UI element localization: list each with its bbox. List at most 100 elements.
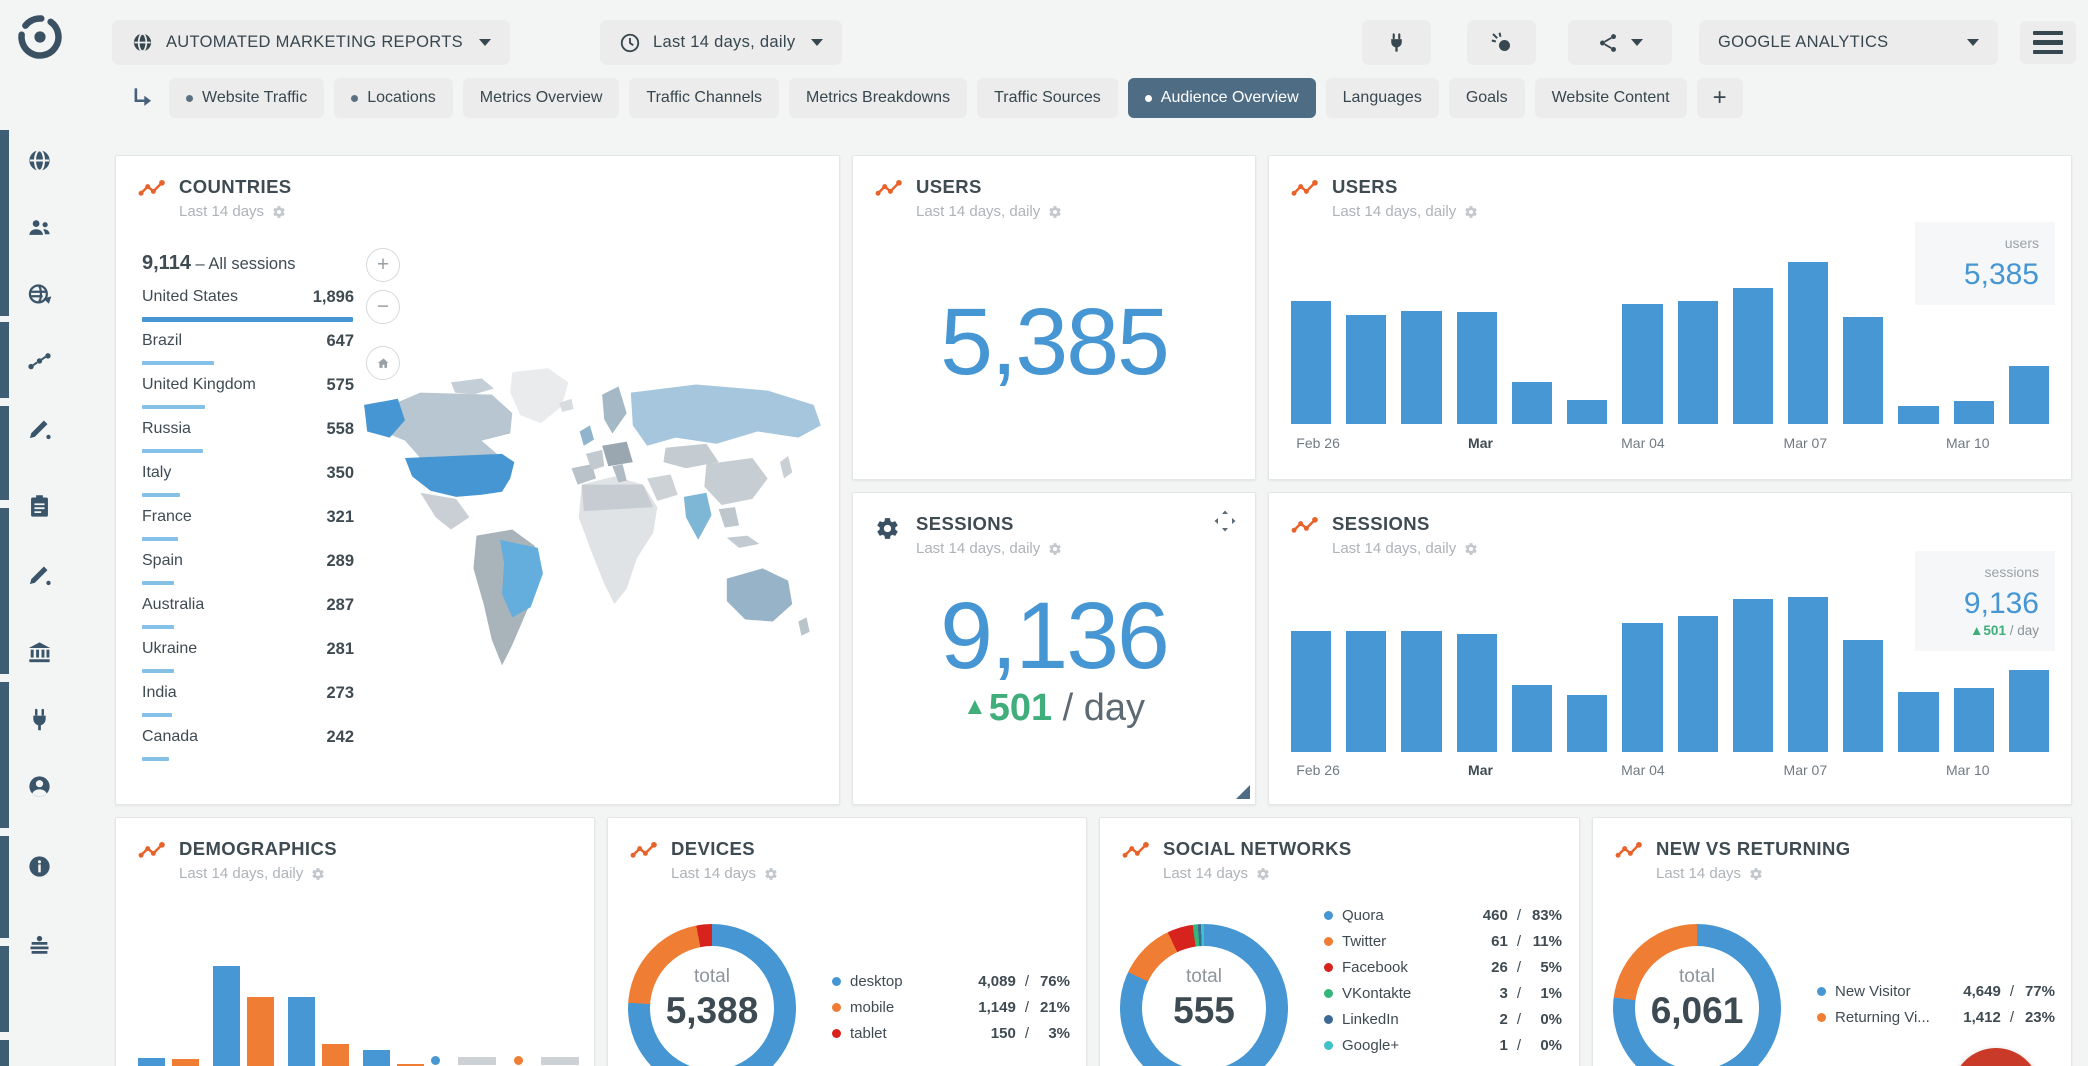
- legend-row[interactable]: VKontakte3/1%: [1324, 980, 1562, 1006]
- chart-bar[interactable]: [1898, 692, 1938, 752]
- legend-row[interactable]: tablet150/3%: [832, 1020, 1070, 1046]
- tab-metrics-breakdowns[interactable]: Metrics Breakdowns: [789, 78, 967, 118]
- chart-bar[interactable]: [1512, 382, 1552, 424]
- chart-bar[interactable]: [1567, 695, 1607, 752]
- report-dropdown[interactable]: AUTOMATED MARKETING REPORTS: [113, 21, 509, 64]
- pen-icon[interactable]: [26, 561, 60, 595]
- legend-row[interactable]: Twitter61/11%: [1324, 928, 1562, 954]
- chart-bar[interactable]: [1622, 623, 1662, 752]
- globe-icon[interactable]: [26, 147, 60, 181]
- tab-locations[interactable]: Locations: [334, 78, 453, 118]
- legend-row[interactable]: Quora460/83%: [1324, 902, 1562, 928]
- add-tab-button[interactable]: +: [1697, 78, 1743, 118]
- chart-bar[interactable]: [1512, 685, 1552, 752]
- legend-row[interactable]: LinkedIn2/0%: [1324, 1006, 1562, 1032]
- integrations-button[interactable]: [1363, 21, 1430, 64]
- demographics-bar[interactable]: [172, 1059, 199, 1066]
- chart-bar[interactable]: [1291, 301, 1331, 424]
- chart-bar[interactable]: [1678, 301, 1718, 424]
- chart-bar[interactable]: [2009, 670, 2049, 752]
- move-handle-icon[interactable]: [1213, 509, 1237, 538]
- legend-row[interactable]: Google+1/0%: [1324, 1032, 1562, 1058]
- zoom-in-button[interactable]: +: [366, 248, 400, 282]
- chart-bar[interactable]: [1954, 401, 1994, 424]
- country-row[interactable]: Australia287: [142, 596, 354, 640]
- share-nodes-icon[interactable]: [26, 348, 60, 382]
- country-row[interactable]: Italy350: [142, 464, 354, 508]
- devices-donut-chart[interactable]: total 5,388: [628, 924, 796, 1066]
- chart-bar[interactable]: [1733, 288, 1773, 424]
- chart-bar[interactable]: [1954, 688, 1994, 752]
- chart-bar[interactable]: [1346, 631, 1386, 752]
- users-bar-chart[interactable]: [1291, 262, 2049, 424]
- country-row[interactable]: United States1,896: [142, 288, 354, 332]
- social-donut-chart[interactable]: total 555: [1120, 924, 1288, 1066]
- tab-languages[interactable]: Languages: [1326, 78, 1439, 118]
- plug-icon[interactable]: [26, 706, 60, 740]
- gear-icon[interactable]: [1464, 205, 1478, 219]
- country-row[interactable]: Canada242: [142, 728, 354, 772]
- tab-traffic-sources[interactable]: Traffic Sources: [977, 78, 1118, 118]
- country-row[interactable]: Ukraine281: [142, 640, 354, 684]
- tab-audience-overview[interactable]: Audience Overview: [1128, 78, 1316, 118]
- chart-bar[interactable]: [1401, 311, 1441, 424]
- pen-icon[interactable]: [26, 415, 60, 449]
- demographics-bar[interactable]: [138, 1058, 165, 1066]
- demographics-bar[interactable]: [363, 1050, 390, 1066]
- chart-bar[interactable]: [1678, 616, 1718, 752]
- chart-bar[interactable]: [1733, 599, 1773, 752]
- chart-bar[interactable]: [1457, 634, 1497, 752]
- tab-traffic-channels[interactable]: Traffic Channels: [629, 78, 779, 118]
- country-row[interactable]: Spain289: [142, 552, 354, 596]
- country-row[interactable]: United Kingdom575: [142, 376, 354, 420]
- period-dropdown[interactable]: Last 14 days, daily: [601, 21, 841, 64]
- info-icon[interactable]: [26, 853, 60, 887]
- zoom-out-button[interactable]: −: [366, 290, 400, 324]
- users-icon[interactable]: [26, 214, 60, 248]
- chart-bar[interactable]: [1622, 304, 1662, 424]
- chart-bar[interactable]: [1567, 400, 1607, 424]
- legend-row[interactable]: Returning Vi...1,412/23%: [1817, 1004, 2055, 1030]
- gear-icon[interactable]: [1256, 867, 1270, 881]
- sessions-bar-chart[interactable]: [1291, 597, 2049, 752]
- gear-icon[interactable]: [1464, 542, 1478, 556]
- demographics-bar[interactable]: [247, 997, 274, 1066]
- globe-sync-icon[interactable]: [26, 281, 60, 315]
- legend-row[interactable]: Facebook26/5%: [1324, 954, 1562, 980]
- tab-metrics-overview[interactable]: Metrics Overview: [463, 78, 620, 118]
- chart-bar[interactable]: [1788, 262, 1828, 424]
- legend-row[interactable]: desktop4,089/76%: [832, 968, 1070, 994]
- gear-icon[interactable]: [764, 867, 778, 881]
- world-map[interactable]: [359, 364, 829, 689]
- chart-bar[interactable]: [1843, 317, 1883, 424]
- chart-bar[interactable]: [1291, 631, 1331, 752]
- tab-website-traffic[interactable]: Website Traffic: [169, 78, 324, 118]
- chart-bar[interactable]: [1843, 640, 1883, 752]
- chart-bar[interactable]: [1457, 312, 1497, 424]
- user-circle-icon[interactable]: [26, 773, 60, 807]
- country-row[interactable]: France321: [142, 508, 354, 552]
- country-row[interactable]: Brazil647: [142, 332, 354, 376]
- demographics-bar[interactable]: [322, 1044, 349, 1066]
- country-row[interactable]: Russia558: [142, 420, 354, 464]
- country-row[interactable]: India273: [142, 684, 354, 728]
- gear-icon[interactable]: [1048, 542, 1062, 556]
- chart-bar[interactable]: [2009, 366, 2049, 424]
- tab-goals[interactable]: Goals: [1449, 78, 1525, 118]
- demographics-bar-chart[interactable]: [138, 818, 424, 1066]
- chart-bar[interactable]: [1346, 315, 1386, 424]
- demographics-bar[interactable]: [288, 997, 315, 1066]
- chart-bar[interactable]: [1898, 406, 1938, 424]
- resize-handle[interactable]: [1236, 785, 1250, 799]
- demographics-bar[interactable]: [213, 966, 240, 1066]
- chart-bar[interactable]: [1788, 597, 1828, 752]
- share-dropdown[interactable]: [1569, 21, 1671, 64]
- gear-icon[interactable]: [272, 205, 286, 219]
- events-button[interactable]: [1468, 21, 1535, 64]
- tab-website-content[interactable]: Website Content: [1535, 78, 1687, 118]
- new-vs-returning-donut-chart[interactable]: total 6,061: [1613, 924, 1781, 1066]
- gear-icon[interactable]: [1749, 867, 1763, 881]
- legend-row[interactable]: mobile1,149/21%: [832, 994, 1070, 1020]
- source-dropdown[interactable]: GOOGLE ANALYTICS: [1700, 21, 1997, 64]
- legend-row[interactable]: New Visitor4,649/77%: [1817, 978, 2055, 1004]
